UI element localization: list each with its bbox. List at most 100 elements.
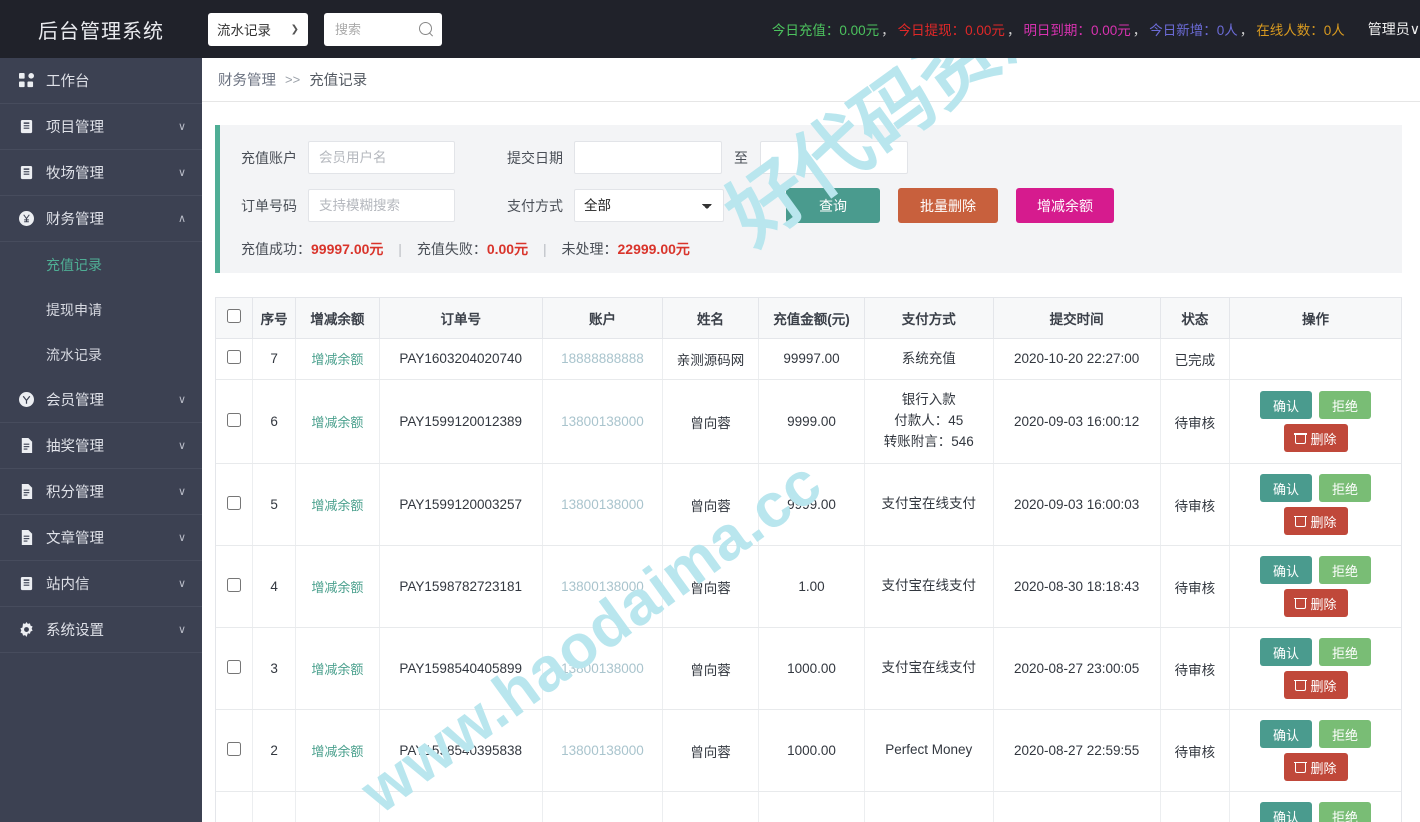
- sidebar-subitem-2[interactable]: 流水记录: [0, 332, 202, 377]
- operation-row-secondary: 删除: [1284, 424, 1348, 452]
- breadcrumb-separator: >>: [285, 72, 300, 87]
- account-input[interactable]: [308, 141, 455, 174]
- chevron-toggle-icon[interactable]: ∨: [178, 120, 186, 133]
- sidebar-item-0[interactable]: 工作台: [0, 58, 202, 104]
- row-checkbox[interactable]: [227, 742, 241, 756]
- chevron-toggle-icon[interactable]: ∨: [178, 166, 186, 179]
- delete-button[interactable]: 删除: [1284, 753, 1348, 781]
- sidebar-subitem-0[interactable]: 充值记录: [0, 242, 202, 287]
- row-checkbox[interactable]: [227, 413, 241, 427]
- date-to-input[interactable]: [760, 141, 908, 174]
- date-from-input[interactable]: [574, 141, 722, 174]
- row-select-cell[interactable]: [216, 628, 253, 710]
- cell-amount: 99997.00: [758, 338, 864, 380]
- global-search-box[interactable]: [324, 13, 442, 46]
- row-checkbox[interactable]: [227, 578, 241, 592]
- cell-operations[interactable]: 确认拒绝删除: [1230, 464, 1401, 546]
- row-select-cell[interactable]: [216, 380, 253, 464]
- chevron-toggle-icon[interactable]: ∨: [178, 439, 186, 452]
- sidebar-item-102[interactable]: 积分管理∨: [0, 469, 202, 515]
- confirm-button[interactable]: 确认: [1260, 638, 1312, 666]
- delete-button[interactable]: 删除: [1284, 589, 1348, 617]
- adjust-balance-button[interactable]: 增减余额: [1016, 188, 1114, 223]
- cell-adjust-balance[interactable]: [296, 792, 380, 822]
- cell-operations[interactable]: 确认拒绝删除: [1230, 628, 1401, 710]
- cell-adjust-balance[interactable]: 增减余额: [296, 464, 380, 546]
- confirm-button[interactable]: 确认: [1260, 391, 1312, 419]
- reject-button[interactable]: 拒绝: [1319, 720, 1371, 748]
- chevron-toggle-icon[interactable]: ∨: [178, 623, 186, 636]
- confirm-button[interactable]: 确认: [1260, 556, 1312, 584]
- table-row[interactable]: 2增减余额PAY159854039583813800138000曾向蓉1000.…: [216, 710, 1401, 792]
- delete-button[interactable]: 删除: [1284, 671, 1348, 699]
- cell-adjust-balance[interactable]: 增减余额: [296, 338, 380, 380]
- delete-button[interactable]: 删除: [1284, 424, 1348, 452]
- adjust-balance-link[interactable]: 增减余额: [311, 415, 363, 430]
- adjust-balance-link[interactable]: 增减余额: [311, 498, 363, 513]
- category-select[interactable]: 流水记录 ❯: [208, 13, 308, 46]
- sidebar-item-103[interactable]: 文章管理∨: [0, 515, 202, 561]
- chevron-toggle-icon[interactable]: ∨: [178, 485, 186, 498]
- sidebar-item-1[interactable]: 项目管理∨: [0, 104, 202, 150]
- reject-button[interactable]: 拒绝: [1319, 391, 1371, 419]
- header-stat-value: 0人: [1324, 23, 1345, 38]
- row-checkbox[interactable]: [227, 350, 241, 364]
- confirm-button[interactable]: 确认: [1260, 474, 1312, 502]
- batch-delete-button[interactable]: 批量删除: [898, 188, 998, 223]
- adjust-balance-link[interactable]: 增减余额: [311, 744, 363, 759]
- breadcrumb-parent[interactable]: 财务管理: [218, 69, 276, 90]
- reject-button[interactable]: 拒绝: [1319, 474, 1371, 502]
- sidebar-item-100[interactable]: 会员管理∨: [0, 377, 202, 423]
- table-row[interactable]: 3增减余额PAY159854040589913800138000曾向蓉1000.…: [216, 628, 1401, 710]
- sidebar-item-3[interactable]: 财务管理∧: [0, 196, 202, 242]
- chevron-toggle-icon[interactable]: ∨: [178, 531, 186, 544]
- cell-adjust-balance[interactable]: 增减余额: [296, 546, 380, 628]
- header-stat-value: 0.00元: [1091, 23, 1131, 38]
- sidebar-item-2[interactable]: 牧场管理∨: [0, 150, 202, 196]
- admin-menu[interactable]: 管理员∨: [1368, 19, 1420, 39]
- sidebar-item-101[interactable]: 抽奖管理∨: [0, 423, 202, 469]
- sidebar-subitem-1[interactable]: 提现申请: [0, 287, 202, 332]
- cell-adjust-balance[interactable]: 增减余额: [296, 628, 380, 710]
- row-select-cell[interactable]: [216, 546, 253, 628]
- search-icon[interactable]: [419, 22, 434, 37]
- reject-button[interactable]: 拒绝: [1319, 556, 1371, 584]
- cell-operations[interactable]: [1230, 338, 1401, 380]
- adjust-balance-link[interactable]: 增减余额: [311, 662, 363, 677]
- row-select-cell[interactable]: [216, 710, 253, 792]
- row-checkbox[interactable]: [227, 660, 241, 674]
- sidebar-item-104[interactable]: 站内信∨: [0, 561, 202, 607]
- row-select-cell[interactable]: [216, 792, 253, 822]
- reject-button[interactable]: 拒绝: [1319, 802, 1371, 822]
- cell-operations[interactable]: 确认拒绝删除: [1230, 380, 1401, 464]
- confirm-button[interactable]: 确认: [1260, 802, 1312, 822]
- table-row[interactable]: 4增减余额PAY159878272318113800138000曾向蓉1.00支…: [216, 546, 1401, 628]
- cell-adjust-balance[interactable]: 增减余额: [296, 380, 380, 464]
- adjust-balance-link[interactable]: 增减余额: [311, 352, 363, 367]
- pay-method-select[interactable]: 全部: [574, 189, 724, 222]
- search-input[interactable]: [335, 22, 415, 37]
- select-all-checkbox[interactable]: [227, 309, 241, 323]
- cell-adjust-balance[interactable]: 增减余额: [296, 710, 380, 792]
- table-row[interactable]: 确认拒绝: [216, 792, 1401, 822]
- table-row[interactable]: 6增减余额PAY159912001238913800138000曾向蓉9999.…: [216, 380, 1401, 464]
- chevron-toggle-icon[interactable]: ∨: [178, 577, 186, 590]
- table-row[interactable]: 5增减余额PAY159912000325713800138000曾向蓉9999.…: [216, 464, 1401, 546]
- sidebar-item-105[interactable]: 系统设置∨: [0, 607, 202, 653]
- cell-operations[interactable]: 确认拒绝删除: [1230, 710, 1401, 792]
- table-row[interactable]: 7增减余额PAY160320402074018888888888亲测源码网999…: [216, 338, 1401, 380]
- row-select-cell[interactable]: [216, 338, 253, 380]
- chevron-toggle-icon[interactable]: ∧: [178, 212, 186, 225]
- cell-operations[interactable]: 确认拒绝删除: [1230, 546, 1401, 628]
- delete-button-label: 删除: [1311, 429, 1337, 448]
- query-button[interactable]: 查询: [786, 188, 880, 223]
- cell-operations[interactable]: 确认拒绝: [1230, 792, 1401, 822]
- row-checkbox[interactable]: [227, 496, 241, 510]
- adjust-balance-link[interactable]: 增减余额: [311, 580, 363, 595]
- delete-button[interactable]: 删除: [1284, 507, 1348, 535]
- order-input[interactable]: [308, 189, 455, 222]
- chevron-toggle-icon[interactable]: ∨: [178, 393, 186, 406]
- confirm-button[interactable]: 确认: [1260, 720, 1312, 748]
- row-select-cell[interactable]: [216, 464, 253, 546]
- reject-button[interactable]: 拒绝: [1319, 638, 1371, 666]
